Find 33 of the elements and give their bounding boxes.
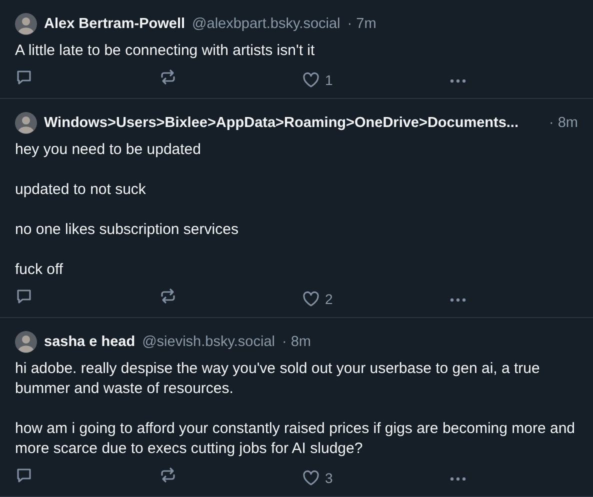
author-handle[interactable]: @alexbpart.bsky.social xyxy=(192,16,340,32)
reply-icon[interactable] xyxy=(15,466,33,484)
reply-icon[interactable] xyxy=(15,68,33,86)
post-text: A little late to be connecting with artists isn't it xyxy=(15,41,316,61)
post-text: updated to not suck xyxy=(15,180,147,200)
repost-icon[interactable] xyxy=(159,68,177,86)
reply-icon[interactable] xyxy=(15,287,33,305)
more-icon[interactable] xyxy=(449,476,467,482)
post-time[interactable]: · 8m xyxy=(282,334,311,350)
like-count: 3 xyxy=(325,470,333,486)
author-handle[interactable]: @sievish.bsky.social xyxy=(142,334,275,350)
heart-icon[interactable] xyxy=(302,290,320,308)
post-time[interactable]: · 8m xyxy=(549,115,578,131)
like-count: 1 xyxy=(325,72,333,88)
post-time[interactable]: · 7m xyxy=(347,16,376,32)
author-name[interactable]: sasha e head xyxy=(44,334,136,350)
post-text: no one likes subscription services xyxy=(15,220,240,240)
avatar[interactable] xyxy=(15,13,37,35)
post-text: fuck off xyxy=(15,260,64,280)
heart-icon[interactable] xyxy=(302,468,320,486)
heart-icon[interactable] xyxy=(302,70,320,88)
repost-icon[interactable] xyxy=(159,466,177,484)
avatar[interactable] xyxy=(15,112,37,134)
repost-icon[interactable] xyxy=(159,287,177,305)
post-text: hey you need to be updated xyxy=(15,140,202,160)
post-text: hi adobe. really despise the way you've sold out your userbase to gen ai, a true bummer and waste of resources. xyxy=(15,359,541,399)
more-icon[interactable] xyxy=(449,296,467,302)
avatar[interactable] xyxy=(15,331,37,353)
author-name[interactable]: Windows>Users>Bixlee>AppData>Roaming>OneDrive>Documents... xyxy=(44,115,518,131)
author-name[interactable]: Alex Bertram-Powell xyxy=(44,16,186,32)
post-text: how am i going to afford your constantly raised prices if gigs are becoming more and more scarce due to execs cutting jobs for AI sludge? xyxy=(15,419,576,459)
more-icon[interactable] xyxy=(449,78,467,84)
like-count: 2 xyxy=(325,290,333,306)
